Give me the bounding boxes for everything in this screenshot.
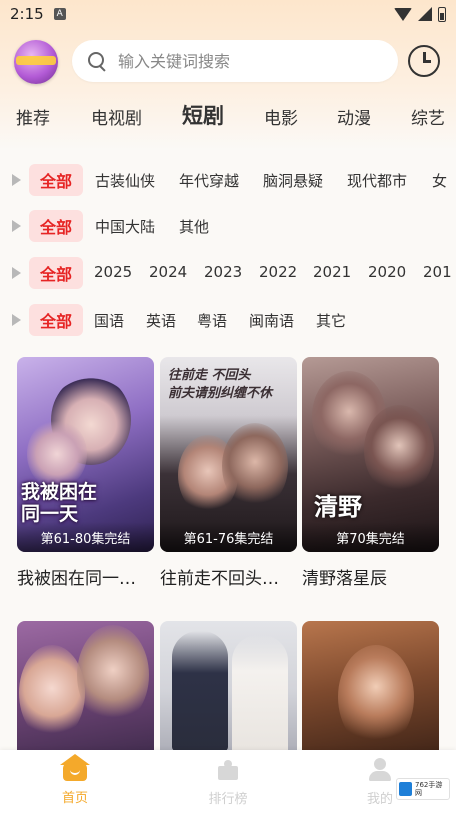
nav-home[interactable]: 首页 xyxy=(35,754,115,806)
drama-poster[interactable]: 我被困在 同一天 第61-80集完结 xyxy=(17,357,154,552)
filter-option[interactable]: 脑洞悬疑 xyxy=(263,170,323,191)
nav-home-label: 首页 xyxy=(61,791,88,806)
filter-option[interactable]: 粤语 xyxy=(197,310,227,331)
tab-recommend[interactable]: 推荐 xyxy=(16,104,50,129)
filter-all-chip[interactable]: 全部 xyxy=(29,164,83,196)
battery-icon xyxy=(438,6,446,22)
app-notification-icon: A xyxy=(53,8,66,20)
drama-poster[interactable] xyxy=(17,621,154,761)
status-icons xyxy=(394,6,446,22)
drama-card[interactable]: 往前走 不回头 前夫请别纠缠不休 第61-76集完结 往前走不回头… xyxy=(160,357,297,589)
bottom-navigation: 首页 排行榜 我的 xyxy=(0,750,456,813)
expand-arrow-icon[interactable] xyxy=(12,220,21,232)
tab-variety[interactable]: 综艺 xyxy=(411,104,445,129)
filter-option[interactable]: 2022 xyxy=(259,263,297,281)
episode-badge: 第61-80集完结 xyxy=(17,522,154,552)
wifi-icon xyxy=(394,7,412,21)
poster-art xyxy=(232,635,288,755)
poster-title-art: 清野 xyxy=(314,493,362,521)
poster-art xyxy=(19,645,85,741)
search-bar[interactable] xyxy=(72,40,398,82)
tab-short-drama[interactable]: 短剧 xyxy=(182,100,224,130)
tab-tv-series[interactable]: 电视剧 xyxy=(91,104,142,129)
filter-option[interactable]: 2021 xyxy=(313,263,351,281)
expand-arrow-icon[interactable] xyxy=(12,267,21,279)
drama-poster[interactable] xyxy=(302,621,439,761)
watermark-logo-icon xyxy=(399,782,413,796)
category-tabs: 推荐 电视剧 短剧 电影 动漫 综艺 xyxy=(0,98,456,134)
poster-art xyxy=(172,631,228,751)
drama-card[interactable] xyxy=(160,621,297,761)
watermark-text: 762手游网 xyxy=(415,781,443,797)
filter-all-chip[interactable]: 全部 xyxy=(29,257,83,289)
drama-title[interactable]: 我被困在同一… xyxy=(17,564,147,589)
drama-card[interactable]: 我被困在 同一天 第61-80集完结 我被困在同一… xyxy=(17,357,154,589)
poster-art xyxy=(338,645,414,749)
filter-option[interactable]: 闽南语 xyxy=(249,310,294,331)
filter-option[interactable]: 中国大陆 xyxy=(95,216,155,237)
episode-badge: 第70集完结 xyxy=(302,522,439,552)
filter-option[interactable]: 英语 xyxy=(146,310,176,331)
drama-poster[interactable]: 往前走 不回头 前夫请别纠缠不休 第61-76集完结 xyxy=(160,357,297,552)
filter-all-chip[interactable]: 全部 xyxy=(29,210,83,242)
expand-arrow-icon[interactable] xyxy=(12,174,21,186)
filter-row-genre: 全部 古装仙侠 年代穿越 脑洞悬疑 现代都市 女 xyxy=(0,162,456,198)
filter-option[interactable]: 2025 xyxy=(94,263,132,281)
filter-option[interactable]: 现代都市 xyxy=(347,170,407,191)
poster-art xyxy=(77,625,149,725)
filter-option[interactable]: 女 xyxy=(432,170,447,191)
status-bar: 2:15 A xyxy=(0,0,456,28)
expand-arrow-icon[interactable] xyxy=(12,314,21,326)
profile-icon xyxy=(367,756,393,782)
clock-icon[interactable] xyxy=(408,45,440,77)
filter-option[interactable]: 其它 xyxy=(316,310,346,331)
filter-all-chip[interactable]: 全部 xyxy=(29,304,83,336)
filter-option[interactable]: 年代穿越 xyxy=(179,170,239,191)
filter-option[interactable]: 2024 xyxy=(149,263,187,281)
episode-badge: 第61-76集完结 xyxy=(160,522,297,552)
drama-card[interactable]: 清野 第70集完结 清野落星辰 xyxy=(302,357,439,589)
filter-option[interactable]: 其他 xyxy=(179,216,209,237)
filter-row-language: 全部 国语 英语 粤语 闽南语 其它 xyxy=(0,302,456,338)
drama-poster[interactable]: 清野 第70集完结 xyxy=(302,357,439,552)
status-time: 2:15 xyxy=(10,5,44,23)
poster-art xyxy=(364,405,434,495)
poster-title-art: 我被困在 同一天 xyxy=(21,481,98,525)
drama-card[interactable] xyxy=(302,621,439,761)
poster-art xyxy=(222,423,288,509)
filter-option[interactable]: 2020 xyxy=(368,263,406,281)
poster-art xyxy=(27,419,87,489)
signal-icon xyxy=(418,7,432,21)
search-icon xyxy=(88,52,106,70)
drama-card[interactable] xyxy=(17,621,154,761)
poster-title-art: 往前走 不回头 前夫请别纠缠不休 xyxy=(168,368,273,401)
filter-option[interactable]: 201 xyxy=(423,263,452,281)
filter-option[interactable]: 国语 xyxy=(94,310,124,331)
nav-ranking-label: 排行榜 xyxy=(208,792,248,807)
home-icon xyxy=(60,754,90,781)
drama-title[interactable]: 往前走不回头… xyxy=(160,564,290,589)
filter-row-year: 全部 2025 2024 2023 2022 2021 2020 201 xyxy=(0,255,456,291)
ranking-icon xyxy=(215,756,241,782)
drama-title[interactable]: 清野落星辰 xyxy=(302,564,432,589)
filter-option[interactable]: 古装仙侠 xyxy=(95,170,155,191)
filter-row-region: 全部 中国大陆 其他 xyxy=(0,208,456,244)
tab-movie[interactable]: 电影 xyxy=(264,104,298,129)
search-input[interactable] xyxy=(118,51,378,71)
watermark-badge: 762手游网 xyxy=(396,778,450,800)
nav-ranking[interactable]: 排行榜 xyxy=(188,756,268,807)
app-logo-icon[interactable] xyxy=(14,40,58,84)
drama-poster[interactable] xyxy=(160,621,297,761)
tab-anime[interactable]: 动漫 xyxy=(337,104,371,129)
filter-option[interactable]: 2023 xyxy=(204,263,242,281)
